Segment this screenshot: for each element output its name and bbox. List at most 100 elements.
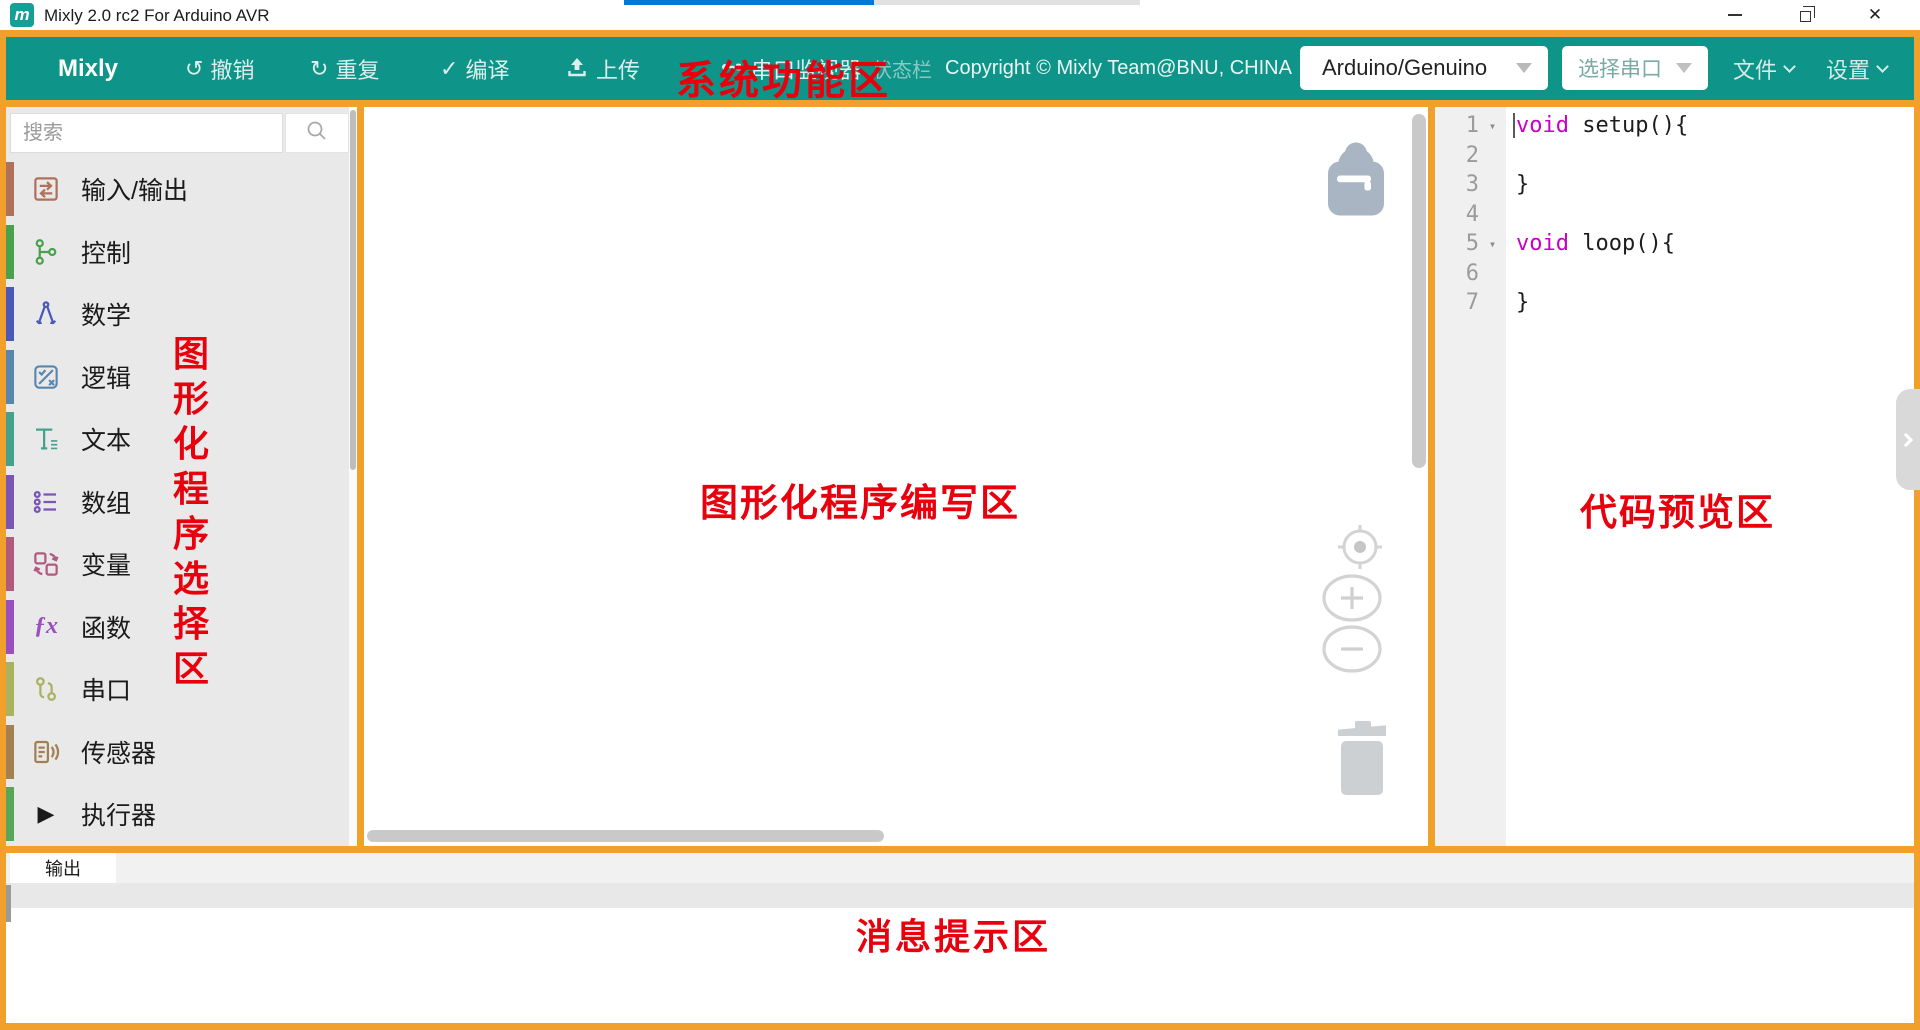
sensor-icon — [30, 736, 62, 768]
sidebar-item-label: 数学 — [81, 296, 131, 332]
restore-button[interactable] — [1782, 0, 1828, 30]
line-number: 6 — [1435, 261, 1479, 286]
tab-output[interactable]: 输出 — [10, 853, 116, 883]
locate-center-icon[interactable] — [1332, 519, 1388, 580]
category-strip — [6, 600, 14, 654]
sidebar-item-control[interactable]: 控制 — [6, 221, 351, 284]
branch-icon — [30, 236, 62, 268]
sidebar-item-text[interactable]: 文本 — [6, 408, 351, 471]
sidebar-item-serial[interactable]: 串口 — [6, 658, 351, 721]
io-icon — [30, 173, 62, 205]
line-number: 4 — [1435, 202, 1479, 227]
variable-icon — [30, 548, 62, 580]
logic-icon — [30, 361, 62, 393]
chevron-down-icon — [1783, 60, 1796, 73]
sidebar-item-sensor[interactable]: 传感器 — [6, 721, 351, 784]
fold-toggle-icon[interactable]: ▾ — [1479, 237, 1506, 251]
category-strip — [6, 787, 14, 841]
console-line — [6, 883, 1914, 908]
category-strip — [6, 537, 14, 591]
sidebar-item-actuator[interactable]: ▶ 执行器 — [6, 783, 351, 846]
code-text: } — [1506, 172, 1529, 197]
serial-monitor-button[interactable]: 串口监视器 — [720, 37, 861, 100]
check-icon: ✓ — [440, 58, 458, 80]
code-rest: setup(){ — [1569, 113, 1688, 138]
border-code-left — [1428, 100, 1435, 853]
block-workspace-canvas[interactable] — [364, 107, 1428, 846]
function-icon: ƒx — [30, 611, 62, 643]
upload-button[interactable]: 上传 — [565, 37, 640, 100]
line-number: 1 — [1435, 113, 1479, 138]
progress-fill — [624, 0, 874, 5]
list-icon — [30, 486, 62, 518]
board-select-dropdown[interactable]: Arduino/Genuino — [1300, 46, 1548, 90]
search-button[interactable] — [285, 113, 349, 153]
category-strip — [6, 225, 14, 279]
sidebar-scrollbar-thumb[interactable] — [350, 110, 356, 470]
sidebar-item-label: 执行器 — [81, 796, 156, 832]
serial-icon — [30, 673, 62, 705]
redo-icon: ↻ — [310, 58, 328, 80]
trash-icon[interactable] — [1334, 716, 1390, 803]
code-line: 3 } — [1435, 170, 1905, 200]
redo-button[interactable]: ↻ 重复 — [310, 37, 379, 100]
minimize-icon — [1728, 14, 1742, 16]
backpack-icon[interactable] — [1322, 135, 1390, 225]
code-line: 7 } — [1435, 288, 1905, 318]
output-panel: 输出 — [6, 853, 1914, 1023]
sidebar-item-logic[interactable]: 逻辑 — [6, 346, 351, 409]
code-text: void setup(){ — [1506, 113, 1688, 138]
category-strip — [6, 662, 14, 716]
settings-menu[interactable]: 设置 — [1826, 37, 1887, 100]
code-line: 2 — [1435, 141, 1905, 171]
sidebar-item-label: 串口 — [81, 671, 131, 707]
sidebar-item-math[interactable]: 数学 — [6, 283, 351, 346]
keyword: void — [1516, 113, 1569, 138]
sidebar-item-array[interactable]: 数组 — [6, 471, 351, 534]
fold-toggle-icon[interactable]: ▾ — [1479, 119, 1506, 133]
sidebar-item-label: 数组 — [81, 484, 131, 520]
text-cursor — [1513, 113, 1515, 138]
canvas-horizontal-scrollbar[interactable] — [367, 830, 884, 842]
sidebar-item-label: 逻辑 — [81, 359, 131, 395]
code-preview-panel[interactable]: 1 ▾ void setup(){ 2 3 } 4 5 ▾ void loop(… — [1435, 107, 1914, 846]
close-icon: ✕ — [1868, 5, 1882, 25]
progress-track — [874, 0, 1140, 5]
serial-monitor-label: 串口监视器 — [751, 53, 861, 85]
copyright-text: Copyright © Mixly Team@BNU, CHINA — [945, 37, 1292, 100]
statusbar-label: 状态栏 — [872, 37, 932, 100]
panel-collapse-handle[interactable] — [1896, 389, 1920, 490]
code-rest: loop(){ — [1569, 231, 1675, 256]
compile-label: 编译 — [465, 53, 509, 85]
category-strip — [6, 412, 14, 466]
sidebar-item-function[interactable]: ƒx 函数 — [6, 596, 351, 659]
sidebar-item-label: 变量 — [81, 546, 131, 582]
zoom-in-icon[interactable] — [1321, 573, 1383, 628]
upload-icon — [565, 55, 589, 83]
compile-button[interactable]: ✓ 编译 — [440, 37, 509, 100]
port-select-dropdown[interactable]: 选择串口 — [1562, 46, 1708, 90]
sidebar-item-label: 文本 — [81, 421, 131, 457]
category-strip — [6, 475, 14, 529]
category-strip — [6, 162, 14, 216]
category-list: 输入/输出 控制 数学 逻辑 — [6, 158, 351, 846]
minimize-button[interactable] — [1712, 0, 1758, 30]
search-icon — [304, 118, 330, 149]
canvas-vertical-scrollbar[interactable] — [1412, 114, 1426, 468]
redo-label: 重复 — [335, 53, 379, 85]
sidebar-item-label: 传感器 — [81, 734, 156, 770]
restore-icon — [1800, 11, 1811, 22]
close-button[interactable]: ✕ — [1852, 0, 1898, 30]
sidebar-item-label: 输入/输出 — [81, 171, 188, 207]
file-menu[interactable]: 文件 — [1733, 37, 1794, 100]
sidebar-item-io[interactable]: 输入/输出 — [6, 158, 351, 221]
undo-button[interactable]: ↺ 撤销 — [185, 37, 254, 100]
mixly-menu[interactable]: Mixly — [58, 37, 118, 100]
play-icon: ▶ — [30, 798, 62, 830]
search-input[interactable] — [10, 113, 283, 153]
settings-menu-label: 设置 — [1826, 53, 1870, 85]
code-text: void loop(){ — [1506, 231, 1675, 256]
chevron-right-icon — [1899, 432, 1913, 446]
sidebar-item-variable[interactable]: 变量 — [6, 533, 351, 596]
zoom-out-icon[interactable] — [1321, 624, 1383, 679]
